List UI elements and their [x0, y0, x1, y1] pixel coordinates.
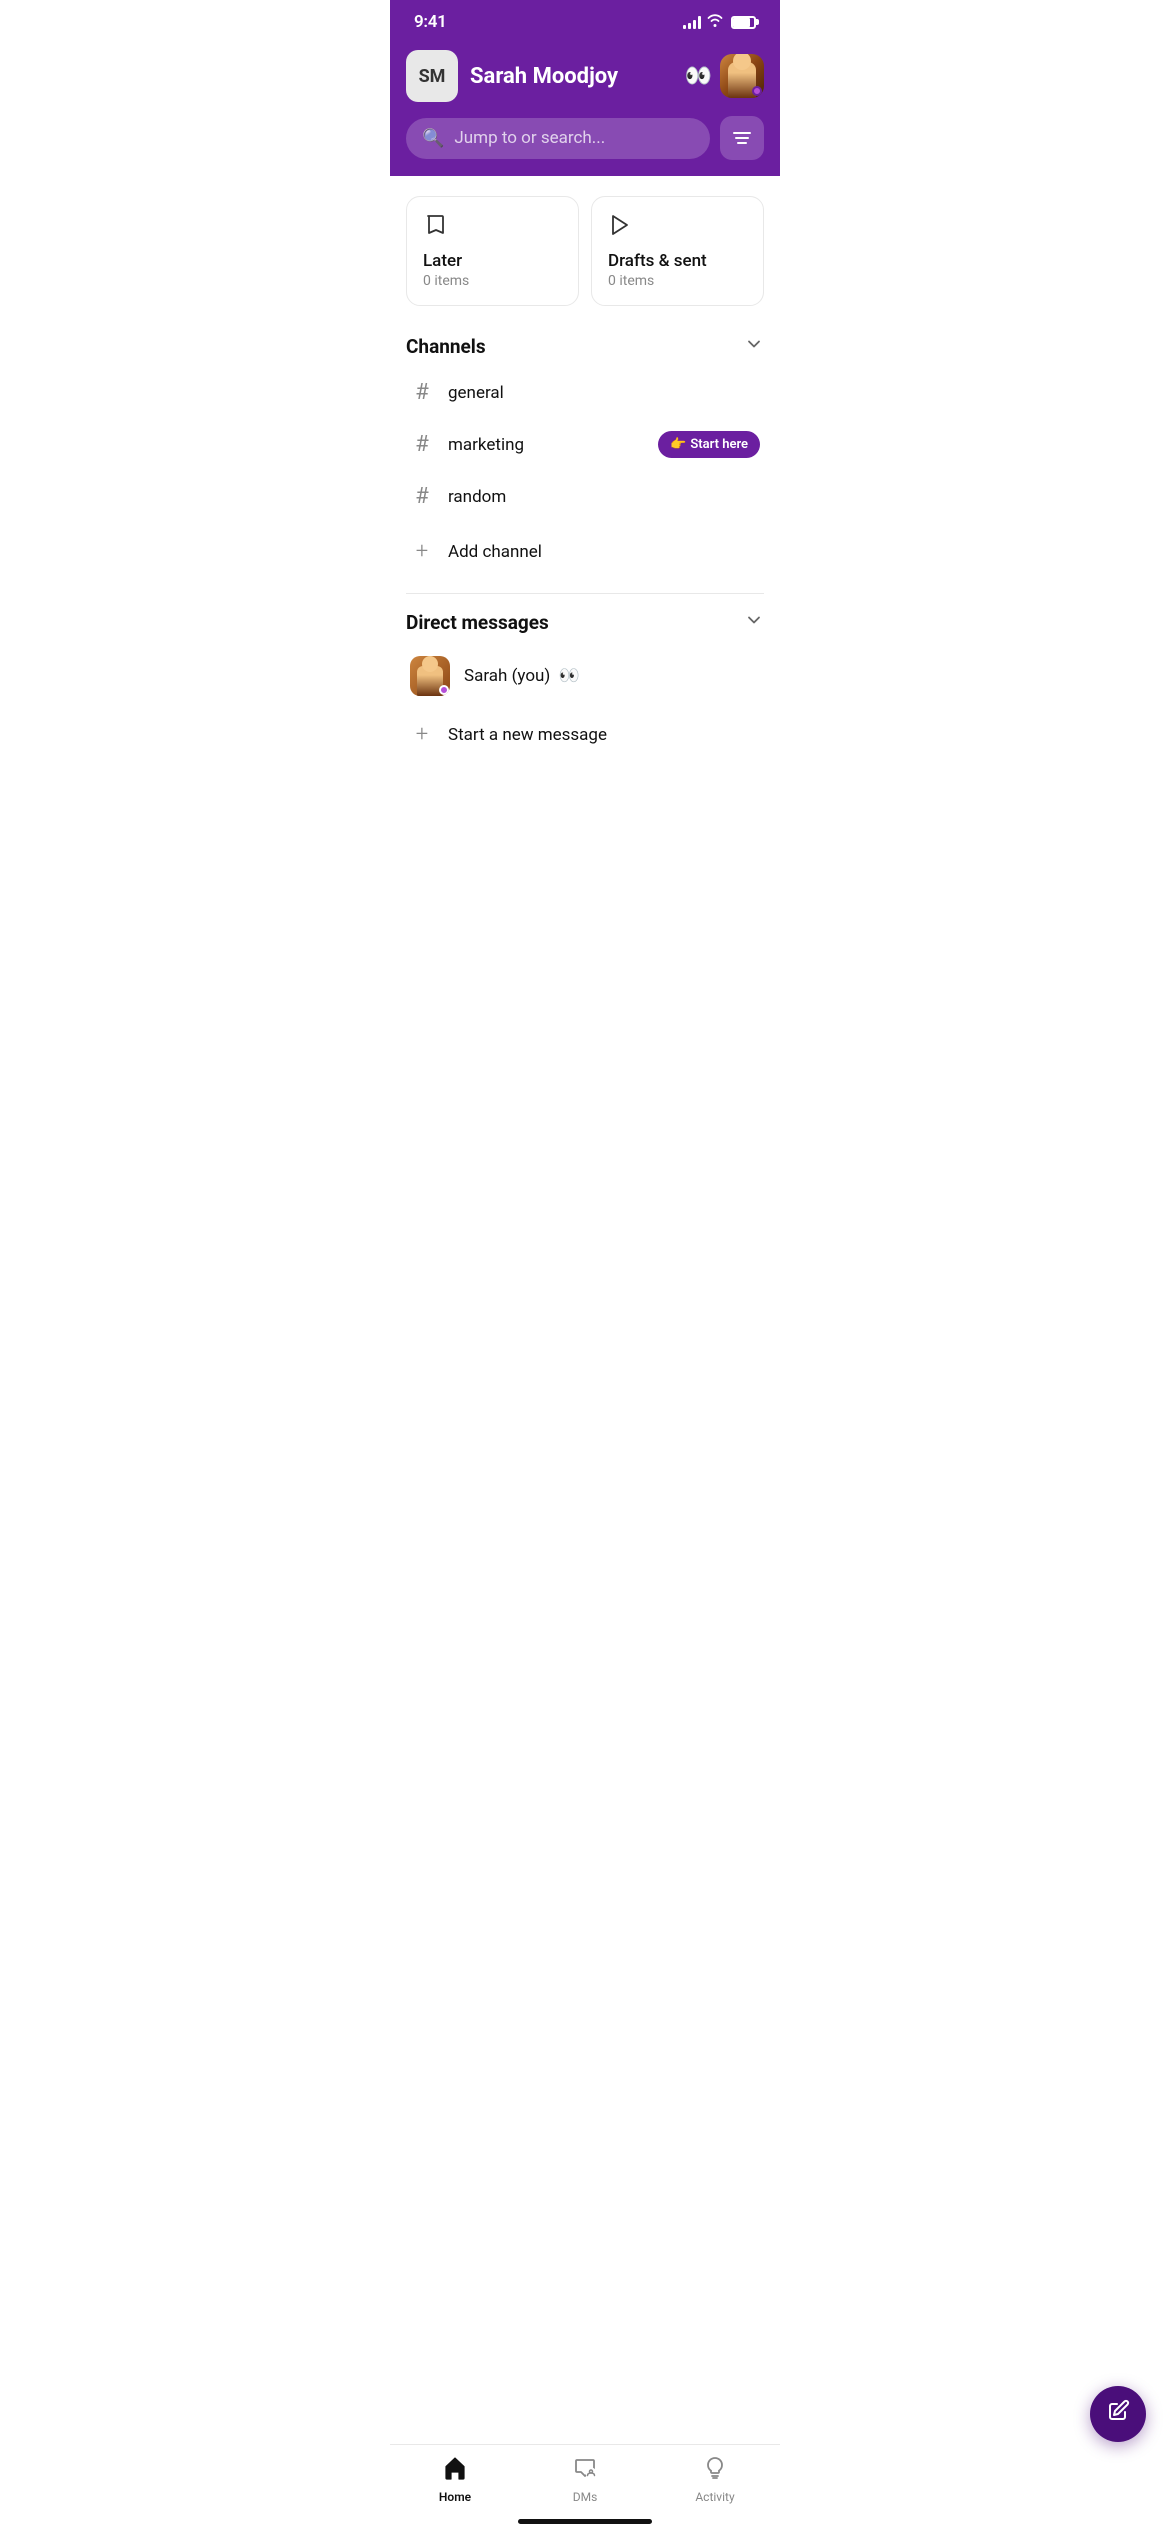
hash-icon: #: [410, 380, 434, 405]
nav-activity[interactable]: Activity: [675, 2455, 755, 2504]
dms-icon: [572, 2455, 598, 2487]
later-title: Later: [423, 251, 562, 271]
header: SM Sarah Moodjoy 👀 🔍 Jump to or search..…: [390, 40, 780, 176]
plus-icon: +: [410, 539, 434, 564]
nav-dms[interactable]: DMs: [545, 2455, 625, 2504]
main-content: Later 0 items Drafts & sent 0 items Chan…: [390, 176, 780, 780]
hash-icon: #: [410, 432, 434, 457]
channels-collapse[interactable]: [744, 334, 764, 359]
dm-avatar: [410, 656, 450, 696]
channel-item-marketing[interactable]: # marketing 👉 Start here: [406, 418, 764, 471]
add-channel-label: Add channel: [448, 542, 542, 562]
drafts-card[interactable]: Drafts & sent 0 items: [591, 196, 764, 306]
later-icon: [423, 213, 562, 243]
dms-label: DMs: [573, 2490, 598, 2504]
home-icon: [442, 2455, 468, 2487]
filter-icon: [733, 132, 751, 144]
plus-icon: +: [410, 722, 434, 747]
drafts-title: Drafts & sent: [608, 251, 747, 271]
wifi-icon: [707, 13, 723, 31]
search-bar[interactable]: 🔍 Jump to or search...: [406, 118, 710, 159]
direct-messages-section: Direct messages Sarah (you) 👀 +: [406, 610, 764, 760]
compose-fab[interactable]: [1090, 2386, 1146, 2442]
search-placeholder: Jump to or search...: [454, 128, 605, 148]
drafts-subtitle: 0 items: [608, 273, 747, 289]
start-here-badge[interactable]: 👉 Start here: [658, 431, 760, 458]
eyes-button[interactable]: 👀: [685, 64, 712, 89]
dm-collapse[interactable]: [744, 610, 764, 635]
dm-list: Sarah (you) 👀: [406, 643, 764, 709]
dm-eyes: 👀: [559, 666, 580, 686]
signal-icon: [683, 15, 701, 29]
add-channel-item[interactable]: + Add channel: [406, 526, 764, 577]
channels-section: Channels # general # marketing 👉 Start h…: [406, 334, 764, 577]
filter-button[interactable]: [720, 116, 764, 160]
dm-title: Direct messages: [406, 611, 549, 634]
online-indicator: [752, 86, 762, 96]
channels-title: Channels: [406, 335, 486, 358]
activity-icon: [702, 2455, 728, 2487]
search-icon: 🔍: [422, 128, 444, 149]
bottom-indicator: [518, 2519, 652, 2524]
dm-item-sarah[interactable]: Sarah (you) 👀: [406, 643, 764, 709]
activity-label: Activity: [695, 2490, 734, 2504]
channel-item-general[interactable]: # general: [406, 367, 764, 418]
dm-online-dot: [439, 685, 449, 695]
channel-item-random[interactable]: # random: [406, 471, 764, 522]
profile-photo[interactable]: [720, 54, 764, 98]
status-time: 9:41: [414, 12, 447, 32]
battery-icon: [731, 16, 756, 29]
compose-icon: [1106, 2399, 1130, 2429]
section-divider: [406, 593, 764, 594]
home-label: Home: [439, 2490, 471, 2504]
user-name: Sarah Moodjoy: [470, 64, 618, 89]
add-dm-label: Start a new message: [448, 725, 607, 745]
channel-name: marketing: [448, 435, 644, 455]
channel-name: general: [448, 383, 760, 403]
nav-home[interactable]: Home: [415, 2455, 495, 2504]
status-icons: [683, 13, 756, 31]
channel-name: random: [448, 487, 760, 507]
add-dm-item[interactable]: + Start a new message: [406, 709, 764, 760]
later-card[interactable]: Later 0 items: [406, 196, 579, 306]
quick-actions: Later 0 items Drafts & sent 0 items: [406, 196, 764, 306]
hash-icon: #: [410, 484, 434, 509]
status-bar: 9:41: [390, 0, 780, 40]
later-subtitle: 0 items: [423, 273, 562, 289]
avatar: SM: [406, 50, 458, 102]
channel-list: # general # marketing 👉 Start here # ran…: [406, 367, 764, 522]
drafts-icon: [608, 213, 747, 243]
dm-name: Sarah (you) 👀: [464, 666, 580, 686]
